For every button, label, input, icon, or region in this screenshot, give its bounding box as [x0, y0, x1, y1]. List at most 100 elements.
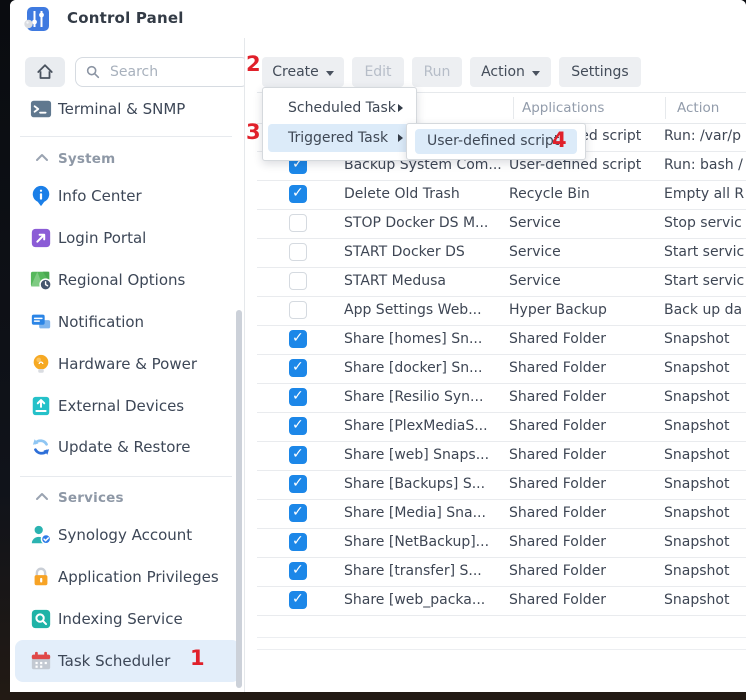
task-action: Snapshot: [664, 354, 746, 383]
column-header-action[interactable]: Action: [677, 93, 719, 123]
sidebar-item-indexing-service[interactable]: Indexing Service: [10, 598, 244, 640]
task-name: Share [web_packa...: [344, 586, 512, 615]
run-button[interactable]: Run: [412, 57, 462, 87]
task-action: Start servic: [664, 238, 746, 267]
control-panel-window: Control Panel Terminal & SNMP: [10, 0, 746, 692]
task-action: Snapshot: [664, 470, 746, 499]
row-checkbox[interactable]: [289, 185, 307, 203]
settings-button-label: Settings: [571, 64, 628, 80]
sidebar-scrollbar-thumb[interactable]: [236, 310, 242, 688]
task-action: Snapshot: [664, 325, 746, 354]
task-action: Snapshot: [664, 557, 746, 586]
sidebar-item-info-center[interactable]: Info Center: [10, 175, 244, 217]
table-row[interactable]: Share [transfer] S...Shared FolderSnapsh…: [257, 557, 746, 587]
section-header-system[interactable]: System: [10, 142, 244, 176]
task-name: Share [Backups] S...: [344, 470, 512, 499]
task-app: Service: [509, 238, 659, 267]
sidebar-item-application-privileges[interactable]: Application Privileges: [10, 556, 244, 598]
section-label: System: [58, 142, 115, 176]
table-row[interactable]: Share [Media] Sna...Shared FolderSnapsho…: [257, 499, 746, 529]
table-row[interactable]: Share [web_packa...Shared FolderSnapshot: [257, 586, 746, 616]
row-checkbox[interactable]: [289, 272, 307, 290]
table-row[interactable]: App Settings Web...Hyper BackupBack up d…: [257, 296, 746, 326]
sidebar-item-label: Indexing Service: [58, 598, 183, 640]
row-checkbox[interactable]: [289, 330, 307, 348]
control-panel-app-icon: [24, 6, 50, 32]
home-button[interactable]: [25, 57, 65, 87]
row-checkbox[interactable]: [289, 562, 307, 580]
sidebar-item-task-scheduler[interactable]: Task Scheduler: [15, 640, 240, 682]
row-checkbox[interactable]: [289, 388, 307, 406]
task-name: Share [web] Snaps...: [344, 441, 512, 470]
table-row[interactable]: Share [PlexMediaS...Shared FolderSnapsho…: [257, 412, 746, 442]
sidebar-item-hardware-power[interactable]: Hardware & Power: [10, 343, 244, 385]
sidebar-item-update-restore[interactable]: Update & Restore: [10, 426, 244, 468]
task-app: Service: [509, 209, 659, 238]
task-name: Share [PlexMediaS...: [344, 412, 512, 441]
table-row[interactable]: Share [Resilio Syn...Shared FolderSnapsh…: [257, 383, 746, 413]
sidebar-item-terminal-snmp[interactable]: Terminal & SNMP: [10, 88, 244, 130]
search-input[interactable]: [108, 63, 222, 81]
row-checkbox[interactable]: [289, 417, 307, 435]
sidebar-item-label: Login Portal: [58, 217, 146, 259]
sidebar-item-regional-options[interactable]: Regional Options: [10, 259, 244, 301]
settings-button[interactable]: Settings: [559, 57, 641, 87]
menu-item-label: Triggered Task: [288, 124, 388, 152]
column-header-applications[interactable]: Applications: [522, 93, 604, 123]
sidebar-item-label: Update & Restore: [58, 426, 190, 468]
menu-item-label: User-defined script: [427, 129, 559, 154]
action-button[interactable]: Action: [470, 57, 551, 87]
task-app: Shared Folder: [509, 325, 659, 354]
sidebar-divider: [20, 476, 232, 477]
create-button[interactable]: Create: [262, 57, 344, 87]
sidebar: Terminal & SNMP System Info Center: [10, 38, 244, 692]
row-checkbox[interactable]: [289, 533, 307, 551]
search-box[interactable]: [75, 57, 249, 87]
table-row[interactable]: Share [homes] Sn...Shared FolderSnapshot: [257, 325, 746, 355]
lightbulb-icon: [30, 353, 52, 375]
menu-item-label: Scheduled Task: [288, 100, 396, 116]
table-row[interactable]: Share [Backups] S...Shared FolderSnapsho…: [257, 470, 746, 500]
sidebar-item-login-portal[interactable]: Login Portal: [10, 217, 244, 259]
run-button-label: Run: [424, 64, 451, 80]
row-checkbox[interactable]: [289, 504, 307, 522]
task-name: Delete Old Trash: [344, 180, 512, 209]
menu-item-scheduled-task[interactable]: Scheduled Task: [288, 95, 396, 121]
sidebar-item-label: Info Center: [58, 175, 142, 217]
sidebar-item-label: Hardware & Power: [58, 343, 197, 385]
row-checkbox[interactable]: [289, 591, 307, 609]
task-name: START Medusa: [344, 267, 512, 296]
task-name: Share [homes] Sn...: [344, 325, 512, 354]
main-panel: Create Edit Run Action Settings Applicat…: [245, 38, 746, 692]
task-app: Shared Folder: [509, 557, 659, 586]
table-row[interactable]: START MedusaServiceStart servic: [257, 267, 746, 297]
task-app: Shared Folder: [509, 412, 659, 441]
external-drive-icon: [30, 395, 52, 417]
row-checkbox[interactable]: [289, 446, 307, 464]
chevron-up-icon: [35, 153, 49, 162]
row-checkbox[interactable]: [289, 359, 307, 377]
sidebar-item-label: Notification: [58, 301, 144, 343]
task-name: Share [NetBackup]...: [344, 528, 512, 557]
section-header-services[interactable]: Services: [10, 481, 244, 515]
account-icon: [30, 524, 52, 546]
row-checkbox[interactable]: [289, 301, 307, 319]
row-checkbox[interactable]: [289, 475, 307, 493]
row-checkbox[interactable]: [289, 243, 307, 261]
table-row[interactable]: Share [docker] Sn...Shared FolderSnapsho…: [257, 354, 746, 384]
task-app: Hyper Backup: [509, 296, 659, 325]
row-checkbox[interactable]: [289, 214, 307, 232]
sidebar-item-synology-account[interactable]: Synology Account: [10, 514, 244, 556]
sidebar-item-external-devices[interactable]: External Devices: [10, 385, 244, 427]
task-app: Shared Folder: [509, 441, 659, 470]
table-row[interactable]: Share [web] Snaps...Shared FolderSnapsho…: [257, 441, 746, 471]
create-dropdown-menu: Scheduled Task Triggered Task: [262, 87, 417, 161]
table-row[interactable]: START Docker DSServiceStart servic: [257, 238, 746, 268]
edit-button[interactable]: Edit: [352, 57, 404, 87]
table-row[interactable]: Share [NetBackup]...Shared FolderSnapsho…: [257, 528, 746, 558]
menu-item-triggered-task[interactable]: Triggered Task: [268, 124, 411, 152]
table-row[interactable]: Delete Old TrashRecycle BinEmpty all R: [257, 180, 746, 210]
sidebar-item-notification[interactable]: Notification: [10, 301, 244, 343]
create-button-label: Create: [272, 64, 319, 80]
table-row[interactable]: STOP Docker DS M...ServiceStop servic: [257, 209, 746, 239]
